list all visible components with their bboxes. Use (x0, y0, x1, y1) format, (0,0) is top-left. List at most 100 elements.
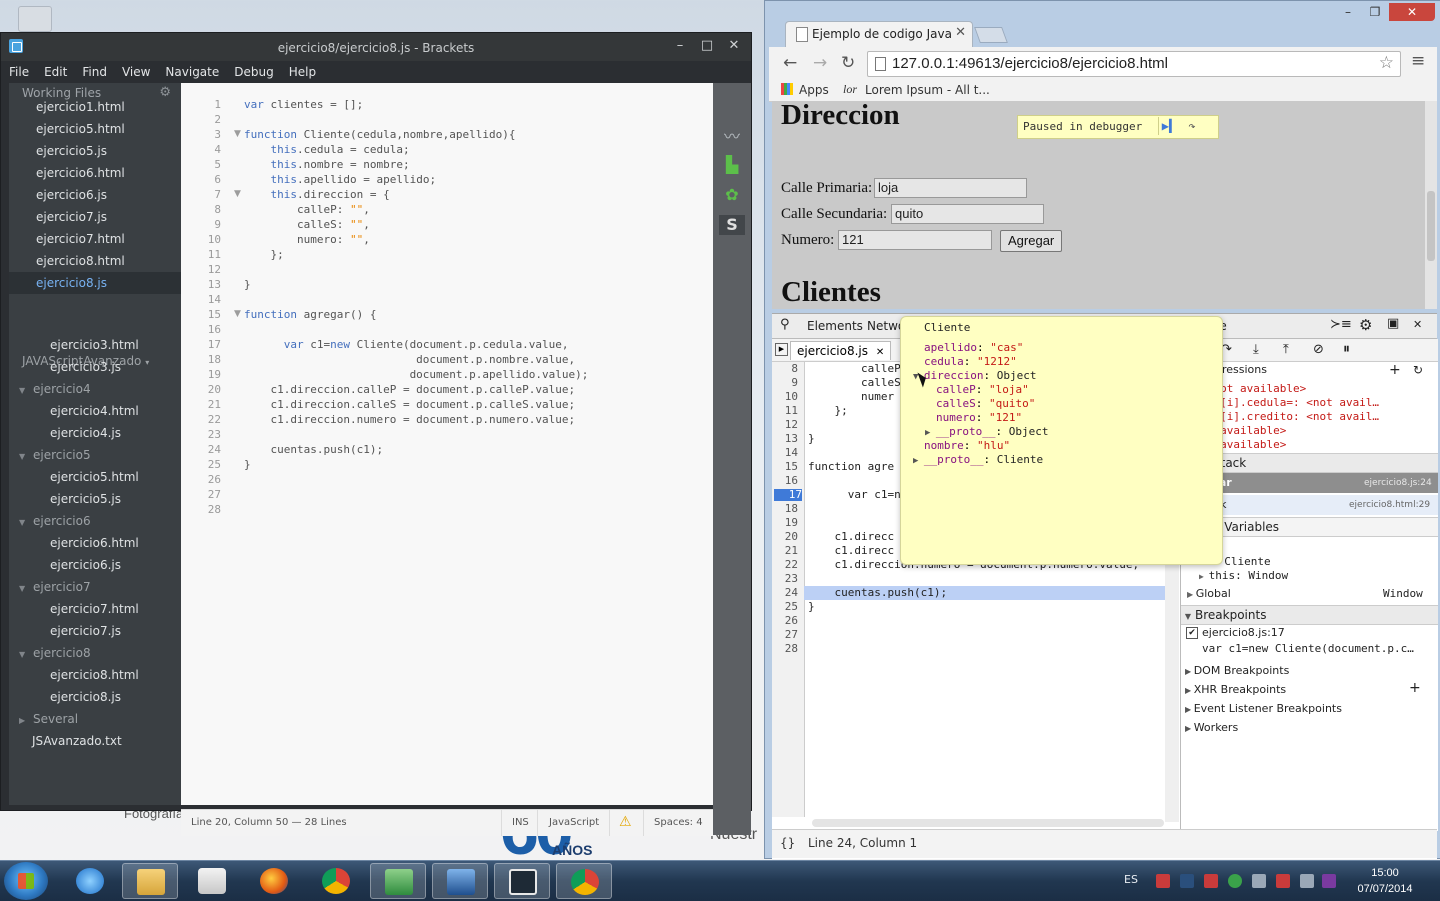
code-line[interactable]: this.direccion = { (244, 187, 390, 202)
search-icon[interactable]: ⚲ (780, 317, 790, 332)
close-tab-icon[interactable]: ✕ (955, 25, 966, 40)
bookmark-apps[interactable]: Apps (799, 83, 829, 97)
breakpoint-marker[interactable]: 17 (774, 489, 802, 501)
gift-icon[interactable]: ✿ (719, 185, 745, 205)
collapsed-section[interactable]: ▶ DOM Breakpoints (1185, 664, 1289, 679)
line-number[interactable]: 26 (772, 614, 798, 628)
code-line[interactable]: var clientes = []; (244, 97, 363, 112)
deactivate-breakpoints-icon[interactable]: ⊘ (1313, 342, 1324, 357)
minimize-icon[interactable]: – (1335, 3, 1361, 21)
tree-file[interactable]: ejercicio7.js (50, 620, 121, 642)
code-line[interactable]: cuentas.push(c1); (808, 586, 947, 600)
tray-icon[interactable] (1228, 874, 1242, 888)
refresh-icon[interactable]: ↻ (1413, 363, 1423, 377)
code-line[interactable]: } (244, 457, 251, 472)
add-watch-icon[interactable]: + (1389, 363, 1401, 377)
popup-property[interactable]: apellido: "cas" (924, 341, 1023, 355)
code-line[interactable]: calleS: "", (244, 217, 370, 232)
agregar-button[interactable]: Agregar (1000, 230, 1063, 252)
address-bar[interactable]: 127.0.0.1:49613/ejercicio8/ejercicio8.ht… (867, 51, 1401, 77)
source-hscroll[interactable] (812, 819, 1164, 827)
restore-icon[interactable]: ❐ (1362, 3, 1388, 21)
line-number[interactable]: 10 (772, 390, 798, 404)
line-number[interactable]: 28 (772, 642, 798, 656)
tree-file[interactable]: ejercicio5.js (50, 488, 121, 510)
line-number[interactable]: 14 (772, 446, 798, 460)
gear-icon[interactable]: ⚙ (1359, 316, 1372, 334)
step-over-icon[interactable]: ↷ (1182, 117, 1202, 135)
fold-arrow-icon[interactable]: ▼ (234, 129, 241, 139)
calle-primaria-input[interactable]: loja (874, 178, 1027, 198)
code-line[interactable]: calleP (808, 362, 901, 376)
code-line[interactable]: calleP: "", (244, 202, 370, 217)
language-indicator[interactable]: ES (1124, 873, 1138, 886)
start-button[interactable] (4, 862, 48, 900)
dock-icon[interactable]: ▣ (1387, 316, 1399, 331)
numero-input[interactable]: 121 (838, 230, 992, 250)
tray-icon[interactable] (1252, 874, 1266, 888)
onenote-icon[interactable] (1322, 874, 1336, 888)
tree-folder[interactable]: ▶ Several (19, 708, 78, 730)
add-xhr-breakpoint-icon[interactable]: + (1409, 681, 1421, 695)
tree-file[interactable]: ejercicio6.js (50, 554, 121, 576)
close-devtools-icon[interactable]: ✕ (1413, 318, 1422, 331)
popup-property[interactable]: calleP: "loja" (936, 383, 1029, 397)
source-file-tab[interactable]: ejercicio8.js ✕ (790, 341, 892, 360)
expand-arrow-icon[interactable]: ▶ (913, 456, 924, 466)
line-number[interactable]: 27 (772, 628, 798, 642)
fold-arrow-icon[interactable]: ▼ (234, 189, 241, 199)
popup-property[interactable]: ▶ __proto__: Cliente (913, 453, 1043, 468)
tree-file[interactable]: ejercicio3.html (50, 334, 139, 356)
working-file[interactable]: ejercicio5.html (9, 118, 181, 140)
close-icon[interactable]: ✕ (723, 37, 745, 55)
line-number[interactable]: 16 (772, 474, 798, 488)
tray-icon[interactable] (1276, 874, 1290, 888)
code-line[interactable]: function Cliente(cedula,nombre,apellido)… (244, 127, 516, 142)
code-line[interactable]: numer (808, 390, 894, 404)
firefox-button[interactable] (246, 863, 302, 899)
working-file[interactable]: ejercicio5.js (9, 140, 181, 162)
close-icon[interactable]: ✕ (1389, 3, 1435, 21)
close-file-icon[interactable]: ✕ (876, 347, 884, 358)
tree-folder[interactable]: ▼ ejercicio4 (19, 378, 91, 400)
expand-arrow-icon[interactable]: ▶ (925, 428, 936, 438)
code-line[interactable]: document.p.nombre.value, (244, 352, 575, 367)
code-line[interactable]: }; (244, 247, 283, 262)
tree-folder[interactable]: ▼ ejercicio6 (19, 510, 91, 532)
reload-icon[interactable]: ↻ (841, 53, 855, 73)
explorer-button[interactable] (122, 863, 178, 899)
line-number[interactable]: 18 (772, 502, 798, 516)
indent-spaces[interactable]: Spaces: 4 (654, 817, 703, 828)
resume-icon[interactable]: ▶▍ (1158, 117, 1179, 135)
brackets-button[interactable] (494, 863, 550, 899)
bookmark-lorem[interactable]: Lorem Ipsum - All t... (865, 83, 990, 97)
code-line[interactable]: cuentas.push(c1); (244, 442, 383, 457)
tray-icon[interactable] (1156, 874, 1170, 888)
fold-arrow-icon[interactable]: ▼ (234, 309, 241, 319)
menu-item[interactable]: Navigate (157, 61, 226, 79)
code-line[interactable]: }; (808, 404, 847, 418)
menu-item[interactable]: Help (281, 61, 323, 79)
working-file[interactable]: ejercicio6.html (9, 162, 181, 184)
tree-folder[interactable]: ▼ ejercicio8 (19, 642, 91, 664)
popup-property[interactable]: ▼ direccion: Object (913, 369, 1036, 384)
collapsed-section[interactable]: ▶ XHR Breakpoints (1185, 683, 1286, 698)
code-line[interactable]: calleS (808, 376, 901, 390)
menu-item[interactable]: Debug (226, 61, 280, 79)
code-editor[interactable]: 1 2 3 4 5 6 7 8 9 10 11 12 13 14 15 16 17 18 19 20 21 22 23 24 2… (181, 83, 713, 805)
code-line[interactable]: c1.direcc (808, 530, 894, 544)
code-line[interactable]: this.apellido = apellido; (244, 172, 437, 187)
tray-icon[interactable] (1204, 874, 1218, 888)
working-file[interactable]: ejercicio8.js (9, 272, 181, 294)
scope-global[interactable]: ▶ Global (1187, 587, 1231, 602)
code-line[interactable]: var c1=new Cliente(document.p.cedula.val… (244, 337, 569, 352)
tree-folder[interactable]: ▼ ejercicio5 (19, 444, 91, 466)
tree-file[interactable]: JSAvanzado.txt (32, 730, 122, 752)
star-icon[interactable]: ☆ (1379, 53, 1394, 73)
snippets-icon[interactable]: S (719, 215, 745, 235)
line-number[interactable]: 21 (772, 544, 798, 558)
chrome-active-button[interactable] (556, 863, 612, 899)
maximize-icon[interactable]: □ (696, 37, 718, 55)
recycle-bin-icon[interactable] (18, 6, 52, 32)
code-line[interactable]: } (808, 600, 815, 614)
